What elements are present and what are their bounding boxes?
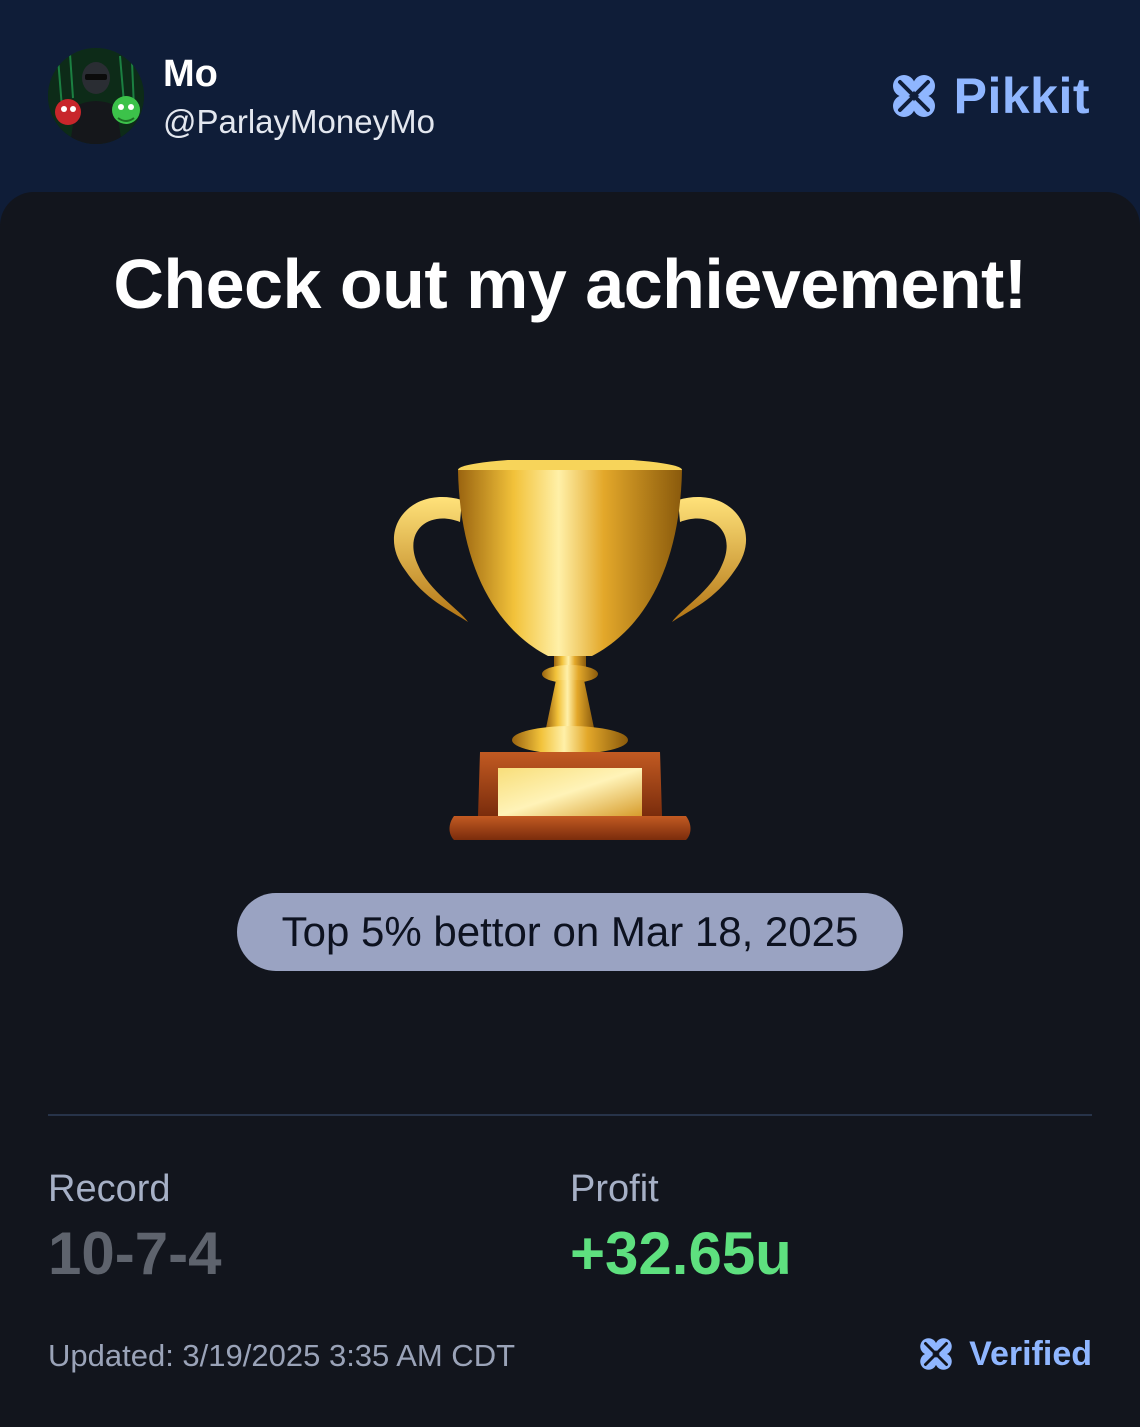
brand-name: Pikkit: [953, 68, 1090, 124]
user-name[interactable]: Mo: [163, 50, 218, 98]
achievement-share-card: Mo @ParlayMoneyMo Pikkit Check out my ac…: [0, 0, 1140, 1427]
record-label: Record: [48, 1168, 171, 1210]
verified-label: Verified: [969, 1334, 1092, 1373]
verified-badge: Verified: [915, 1333, 1092, 1375]
brand-logo[interactable]: Pikkit: [886, 64, 1090, 128]
trophy-icon: [393, 460, 747, 840]
achievement-card: Check out my achievement! Top 5% bettor …: [0, 192, 1140, 1427]
profit-label: Profit: [570, 1168, 659, 1210]
achievement-badge: Top 5% bettor on Mar 18, 2025: [237, 893, 903, 971]
header: Mo @ParlayMoneyMo Pikkit: [0, 0, 1140, 192]
profit-value: +32.65u: [570, 1220, 792, 1287]
clover-icon: [892, 75, 935, 117]
divider: [48, 1114, 1092, 1116]
updated-timestamp: Updated: 3/19/2025 3:35 AM CDT: [48, 1338, 516, 1373]
page-title: Check out my achievement!: [113, 245, 1027, 323]
user-handle[interactable]: @ParlayMoneyMo: [163, 100, 435, 144]
record-value: 10-7-4: [48, 1220, 222, 1287]
clover-icon: [920, 1338, 952, 1370]
avatar[interactable]: [48, 48, 144, 144]
